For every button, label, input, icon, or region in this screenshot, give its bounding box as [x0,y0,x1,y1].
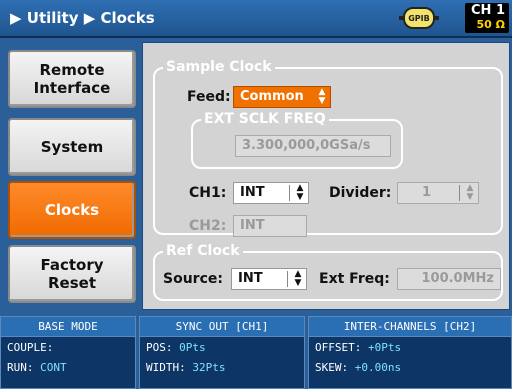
ext-freq-field[interactable]: 100.0MHz [397,268,501,290]
impedance-label: 50 Ω [476,18,506,31]
run-value: CONT [40,361,67,374]
spinner-icon: ▲ ▼ [466,183,474,202]
spinner-icon: ▲ ▼ [296,183,304,202]
width-label: WIDTH: [146,361,186,374]
width-value: 32Pts [192,361,226,374]
run-label: RUN: [7,361,34,374]
channel-indicator[interactable]: CH 1 50 Ω [465,3,509,33]
sync-out-title: SYNC OUT [CH1] [140,317,304,337]
base-mode-title: BASE MODE [1,317,135,337]
gpib-icon: GPIB [399,7,439,29]
skew-label: SKEW: [315,361,349,374]
divider-label: Divider: [329,185,392,201]
inter-channels-status: INTER-CHANNELS [CH2] OFFSET: +0Pts SKEW:… [308,316,512,389]
ref-clock-title: Ref Clock [163,242,243,260]
remote-interface-button[interactable]: Remote Interface [8,50,136,108]
sample-clock-title: Sample Clock [163,58,275,76]
base-mode-status: BASE MODE COUPLE: RUN: CONT [0,316,136,389]
feed-select[interactable]: Common ▲ ▼ [233,86,331,108]
ext-sclk-freq-title: EXT SCLK FREQ [201,110,329,128]
source-label: Source: [163,271,223,287]
factory-reset-button[interactable]: Factory Reset [8,245,136,303]
inter-channels-title: INTER-CHANNELS [CH2] [309,317,511,337]
ext-sclk-freq-field[interactable]: 3.300,000,0GSa/s [235,135,391,157]
channel-label: CH 1 [471,3,505,18]
offset-label: OFFSET: [315,341,362,354]
ch1-clock-select[interactable]: INT ▲ ▼ [233,182,309,204]
ch1-label: CH1: [189,185,227,201]
skew-value: +0.00ns [354,361,402,374]
divider-field[interactable]: 1 ▲ ▼ [397,182,479,204]
sync-out-status: SYNC OUT [CH1] POS: 0Pts WIDTH: 32Pts [139,316,305,389]
breadcrumb: ▶ Utility ▶ Clocks [10,9,155,27]
clocks-button[interactable]: Clocks [8,181,136,239]
spinner-icon: ▲ ▼ [318,87,326,106]
pos-label: POS: [146,341,173,354]
clocks-panel: Sample Clock Feed: Common ▲ ▼ EXT SCLK FR… [142,42,510,310]
couple-label: COUPLE: [7,341,54,354]
system-button[interactable]: System [8,118,136,176]
pos-value: 0Pts [179,341,206,354]
ch2-label: CH2: [189,218,227,234]
ext-freq-label: Ext Freq: [319,271,390,287]
title-bar: ▶ Utility ▶ Clocks GPIB CH 1 50 Ω [0,0,512,38]
spinner-icon: ▲ ▼ [294,269,302,288]
offset-value: +0Pts [367,341,402,354]
ch2-clock-field[interactable]: INT [233,215,307,237]
ref-source-select[interactable]: INT ▲ ▼ [231,268,307,290]
feed-label: Feed: [187,89,231,105]
